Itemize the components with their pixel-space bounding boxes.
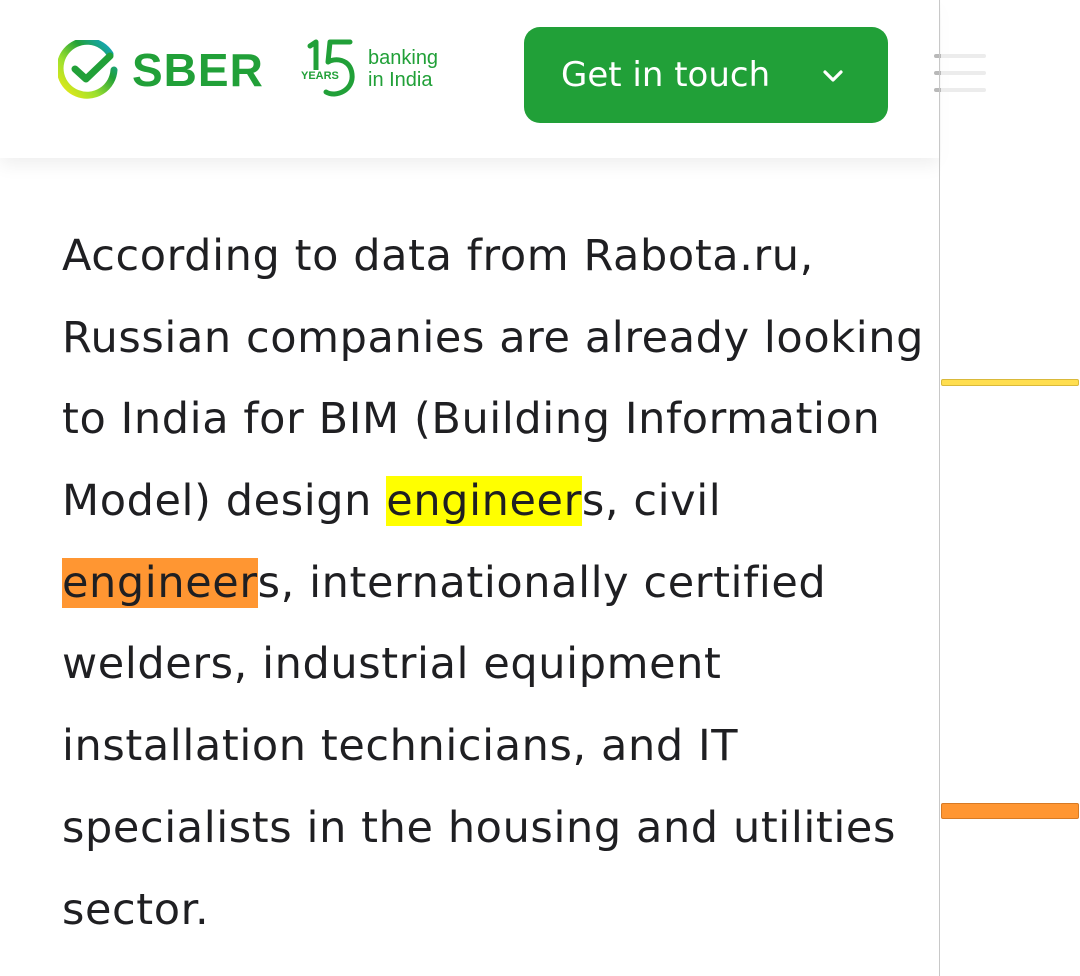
- scrollbar-track[interactable]: [941, 0, 1080, 976]
- paragraph-line: specialists in the housing and utilities: [62, 802, 896, 853]
- get-in-touch-button[interactable]: Get in touch: [524, 27, 888, 123]
- site-header: SBER YEARS banking in India Get in touch: [0, 0, 986, 158]
- anniversary-15-icon: [307, 39, 355, 97]
- paragraph-line: engineers, internationally certified: [62, 557, 827, 608]
- get-in-touch-label: Get in touch: [561, 55, 771, 95]
- brand-wordmark: SBER: [132, 44, 264, 96]
- paragraph-line: Model) design engineers, civil: [62, 476, 722, 527]
- article-paragraph: According to data from Rabota.ru, Russia…: [62, 216, 1002, 951]
- anniversary-text: banking in India: [368, 47, 438, 91]
- anniversary-line-2: in India: [368, 69, 433, 91]
- anniversary-badge: YEARS banking in India: [300, 38, 438, 100]
- paragraph-line: According to data from Rabota.ru,: [62, 231, 814, 281]
- sber-logo-icon: [58, 40, 118, 99]
- search-match-marker[interactable]: [941, 379, 1079, 386]
- paragraph-line: to India for BIM (Building Information: [62, 394, 881, 445]
- paragraph-line: sector.: [62, 884, 210, 935]
- active-search-match-marker[interactable]: [941, 803, 1079, 819]
- paragraph-line: welders, industrial equipment: [62, 639, 722, 690]
- scrollbar-divider: [939, 0, 940, 976]
- active-search-match-highlight: engineer: [62, 557, 258, 608]
- search-match-highlight: engineer: [386, 476, 582, 527]
- paragraph-line: Russian companies are already looking: [62, 312, 925, 363]
- chevron-down-icon: [823, 70, 843, 82]
- anniversary-years-label: YEARS: [300, 70, 340, 82]
- sber-logo[interactable]: SBER: [58, 40, 264, 100]
- anniversary-line-1: banking: [368, 47, 439, 69]
- paragraph-line: installation technicians, and IT: [62, 721, 739, 772]
- anniversary-number: YEARS: [300, 38, 360, 100]
